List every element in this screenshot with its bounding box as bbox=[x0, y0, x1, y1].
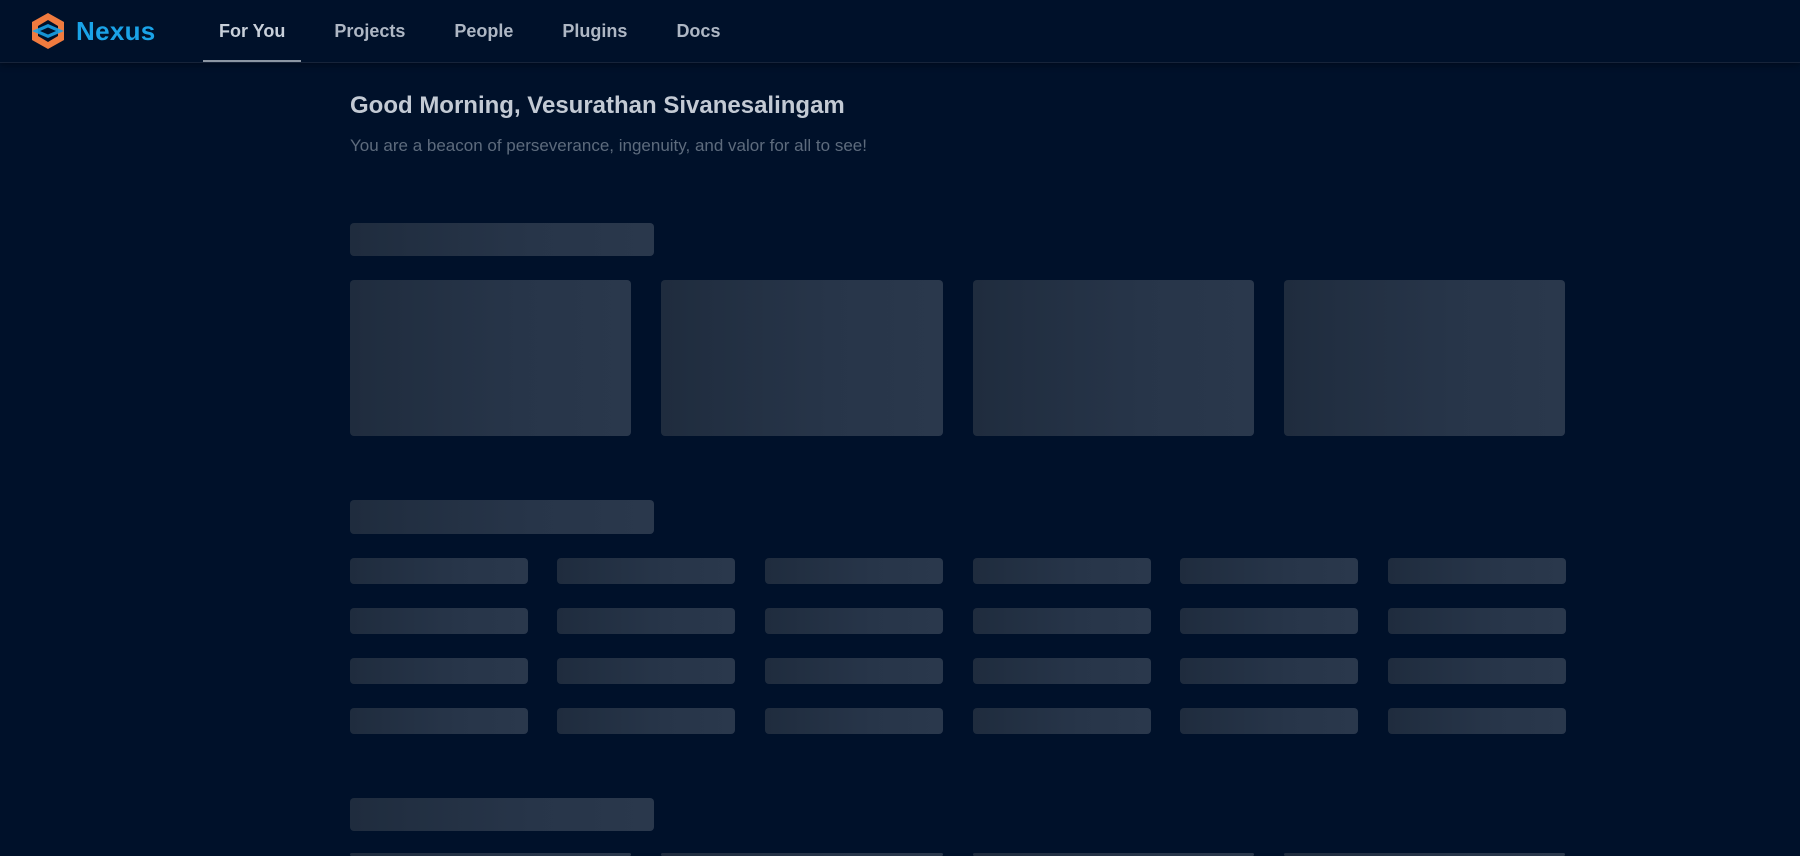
greeting-heading: Good Morning, Vesurathan Sivanesalingam bbox=[350, 92, 845, 119]
grid-item-placeholder bbox=[1388, 558, 1566, 584]
grid-item-placeholder bbox=[765, 708, 943, 734]
card-placeholder bbox=[1284, 280, 1565, 436]
section-title-placeholder bbox=[350, 500, 654, 534]
main-nav: For You Projects People Plugins Docs bbox=[203, 0, 753, 62]
grid-item-placeholder bbox=[1180, 608, 1358, 634]
greeting-subtitle: You are a beacon of perseverance, ingenu… bbox=[350, 136, 867, 155]
grid-item-placeholder bbox=[765, 658, 943, 684]
grid-item-placeholder bbox=[557, 708, 735, 734]
top-nav-bar: Nexus For You Projects People Plugins Do… bbox=[0, 0, 1800, 63]
card-placeholder bbox=[350, 280, 631, 436]
tab-people[interactable]: People bbox=[438, 0, 529, 62]
tab-plugins[interactable]: Plugins bbox=[546, 0, 643, 62]
grid-item-placeholder bbox=[1388, 708, 1566, 734]
hexagon-logo-icon bbox=[32, 13, 64, 49]
brand-logo-link[interactable]: Nexus bbox=[28, 10, 156, 52]
card-placeholder bbox=[661, 280, 943, 436]
grid-item-placeholder bbox=[1180, 658, 1358, 684]
grid-item-placeholder bbox=[973, 708, 1151, 734]
grid-item-placeholder bbox=[765, 608, 943, 634]
grid-item-placeholder bbox=[350, 658, 528, 684]
brand-name: Nexus bbox=[76, 15, 156, 46]
tab-docs[interactable]: Docs bbox=[660, 0, 736, 62]
grid-item-placeholder bbox=[1180, 558, 1358, 584]
grid-item-placeholder bbox=[1388, 608, 1566, 634]
grid-item-placeholder bbox=[973, 608, 1151, 634]
tab-for-you[interactable]: For You bbox=[203, 0, 302, 62]
grid-item-placeholder bbox=[973, 558, 1151, 584]
grid-item-placeholder bbox=[350, 558, 528, 584]
section-title-placeholder bbox=[350, 798, 654, 831]
grid-item-placeholder bbox=[350, 708, 528, 734]
section-title-placeholder bbox=[350, 223, 654, 256]
tab-projects[interactable]: Projects bbox=[318, 0, 421, 62]
grid-item-placeholder bbox=[557, 658, 735, 684]
grid-item-placeholder bbox=[1180, 708, 1358, 734]
grid-item-placeholder bbox=[557, 558, 735, 584]
grid-item-placeholder bbox=[765, 558, 943, 584]
grid-item-placeholder bbox=[973, 658, 1151, 684]
grid-item-placeholder bbox=[1388, 658, 1566, 684]
grid-item-placeholder bbox=[557, 608, 735, 634]
grid-item-placeholder bbox=[350, 608, 528, 634]
card-placeholder bbox=[973, 280, 1254, 436]
